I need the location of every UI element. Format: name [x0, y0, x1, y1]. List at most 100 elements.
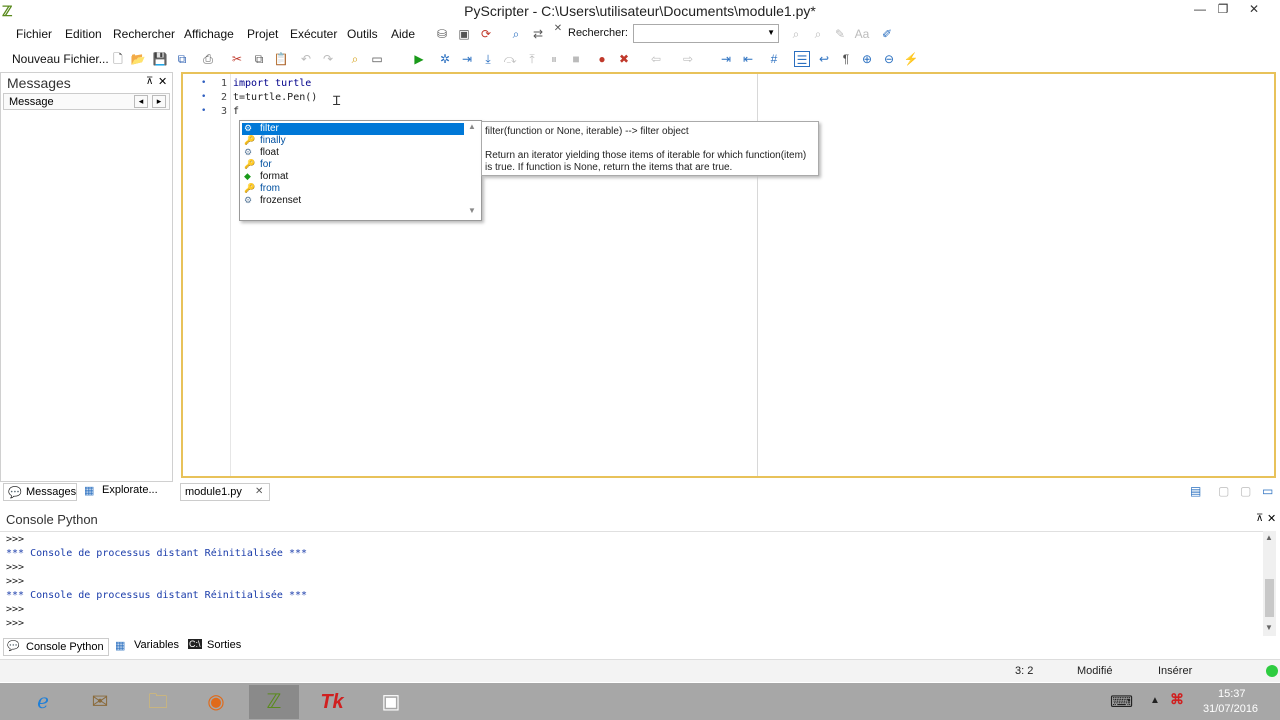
find-icon[interactable]: ⌕	[508, 26, 524, 42]
code-line[interactable]: import turtle	[233, 78, 311, 89]
zoom-out-icon[interactable]: ⊖	[881, 51, 897, 67]
back-icon[interactable]: ⇦	[648, 51, 664, 67]
debug-icon[interactable]: ✲	[437, 51, 453, 67]
match-case-icon[interactable]: Aa	[854, 26, 870, 42]
autocomplete-item[interactable]: 🔑 from	[242, 183, 464, 195]
clear-breakpoints-icon[interactable]: ✖	[616, 51, 632, 67]
copy-icon[interactable]: ⧉	[251, 51, 267, 67]
tray-app-icon[interactable]: ⌘	[1170, 691, 1184, 708]
autocomplete-item[interactable]: ⚙ filter	[242, 123, 464, 135]
keyboard-icon[interactable]: ⌨	[1110, 692, 1133, 712]
autocomplete-item[interactable]: 🔑 finally	[242, 135, 464, 147]
find-prev-icon[interactable]: ⌕	[810, 26, 826, 42]
find-in-files-icon[interactable]: ⌕	[347, 51, 363, 67]
scroll-up-icon[interactable]: ▲	[468, 122, 476, 131]
new-window-icon[interactable]: ▢	[1218, 484, 1229, 498]
zoom-in-icon[interactable]: ⊕	[859, 51, 875, 67]
clock-date[interactable]: 31/07/2016	[1203, 703, 1258, 715]
window-icon[interactable]: ▭	[369, 51, 385, 67]
autocomplete-item[interactable]: ◆ format	[242, 171, 464, 183]
save-all-icon[interactable]: ⧉	[174, 51, 190, 67]
tab-explorer[interactable]: ▦ Explorate...	[82, 483, 172, 501]
menu-edition[interactable]: Edition	[65, 27, 102, 41]
scroll-left-icon[interactable]: ◂	[134, 95, 148, 108]
scroll-down-icon[interactable]: ▼	[1265, 623, 1273, 632]
refresh-icon[interactable]: ⟳	[478, 26, 494, 42]
chevron-up-icon[interactable]: ▲	[1150, 695, 1160, 706]
menu-outils[interactable]: Outils	[347, 27, 378, 41]
close-search-icon[interactable]: ✕	[550, 21, 566, 37]
clock-time[interactable]: 15:37	[1218, 688, 1246, 700]
editor-tab-module1[interactable]: module1.py ✕	[180, 483, 270, 501]
new-document-icon[interactable]: 🗋	[110, 51, 126, 67]
code-line[interactable]: t=turtle.Pen()	[233, 92, 317, 103]
internet-explorer-icon[interactable]: ℯ	[18, 685, 68, 719]
highlight-icon[interactable]: ✎	[832, 26, 848, 42]
menu-affichage[interactable]: Affichage	[184, 27, 234, 41]
run-icon[interactable]: ▶	[411, 51, 427, 67]
menu-fichier[interactable]: Fichier	[16, 27, 52, 41]
indent-icon[interactable]: ⇥	[718, 51, 734, 67]
split-icon[interactable]: ▢	[1240, 484, 1251, 498]
find-next-icon[interactable]: ⌕	[788, 26, 804, 42]
menu-aide[interactable]: Aide	[391, 27, 415, 41]
breakpoint-icon[interactable]: ●	[594, 51, 610, 67]
step-into-icon[interactable]: ⤓	[480, 51, 496, 67]
console-scrollbar[interactable]: ▲ ▼	[1263, 531, 1276, 636]
close-panel-icon[interactable]: ✕	[158, 75, 167, 88]
autocomplete-list[interactable]: ⚙ filter 🔑 finally ⚙ float 🔑 for ◆ format 🔑 fr…	[239, 120, 482, 221]
line-numbers-icon[interactable]: ☰	[794, 51, 810, 67]
restore-button[interactable]: ❐	[1209, 2, 1237, 18]
chevron-down-icon[interactable]: ▼	[767, 28, 775, 37]
save-icon[interactable]: 💾	[152, 51, 168, 67]
layout-icon[interactable]: ▭	[1262, 484, 1273, 498]
menu-projet[interactable]: Projet	[247, 27, 278, 41]
scroll-up-icon[interactable]: ▲	[1265, 533, 1273, 542]
comment-icon[interactable]: #	[766, 51, 782, 67]
autocomplete-item[interactable]: ⚙ frozenset	[242, 195, 464, 207]
code-line[interactable]: f	[233, 106, 239, 117]
file-explorer-icon[interactable]: 🗀	[133, 685, 183, 719]
tk-icon[interactable]: Tk	[307, 685, 357, 719]
close-panel-icon[interactable]: ✕	[1267, 512, 1276, 525]
search-input[interactable]: ▼	[633, 24, 779, 43]
close-tab-icon[interactable]: ✕	[255, 486, 263, 497]
autocomplete-item[interactable]: ⚙ float	[242, 147, 464, 159]
cut-icon[interactable]: ✂	[229, 51, 245, 67]
dedent-icon[interactable]: ⇤	[740, 51, 756, 67]
run-to-cursor-icon[interactable]: ⇥	[459, 51, 475, 67]
scroll-right-icon[interactable]: ▸	[152, 95, 166, 108]
tab-list-icon[interactable]: ▤	[1190, 484, 1201, 498]
autocomplete-scrollbar[interactable]: ▲ ▼	[465, 122, 480, 219]
menu-executer[interactable]: Exécuter	[290, 27, 337, 41]
camera-icon[interactable]: ▣	[456, 26, 472, 42]
pin-icon[interactable]: ⊼	[1256, 513, 1263, 524]
step-over-icon[interactable]: ⤼	[502, 51, 518, 67]
open-folder-icon[interactable]: 📂	[130, 51, 146, 67]
lightning-icon[interactable]: ⚡	[903, 51, 919, 67]
scroll-thumb[interactable]	[1265, 579, 1274, 617]
tab-console-python[interactable]: 💬 Console Python	[3, 638, 109, 656]
edit-icon[interactable]: ✐	[879, 26, 895, 42]
autocomplete-item[interactable]: 🔑 for	[242, 159, 464, 171]
tool-icon[interactable]: ✉	[75, 685, 125, 719]
step-out-icon[interactable]: ⤒	[524, 51, 540, 67]
pin-icon[interactable]: ⊼	[146, 76, 153, 87]
undo-icon[interactable]: ↶	[298, 51, 314, 67]
messages-column-header[interactable]: Message ◂ ▸	[3, 93, 170, 110]
close-window-button[interactable]: ✕	[1240, 2, 1268, 18]
replace-icon[interactable]: ⇄	[530, 26, 546, 42]
scroll-down-icon[interactable]: ▼	[468, 206, 476, 215]
menu-rechercher[interactable]: Rechercher	[113, 27, 175, 41]
tab-messages[interactable]: 💬 Messages	[3, 483, 77, 501]
word-wrap-icon[interactable]: ↩	[816, 51, 832, 67]
redo-icon[interactable]: ↷	[320, 51, 336, 67]
tab-sorties[interactable]: C:\ Sorties	[188, 638, 248, 656]
pyscripter-taskbar-icon[interactable]: ℤ	[249, 685, 299, 719]
paste-icon[interactable]: 📋	[273, 51, 289, 67]
forward-icon[interactable]: ⇨	[680, 51, 696, 67]
print-icon[interactable]: ⎙	[200, 51, 216, 67]
console-output[interactable]: >>> *** Console de processus distant Réi…	[0, 531, 1263, 636]
firefox-icon[interactable]: ◉	[191, 685, 241, 719]
window-app-icon[interactable]: ▣	[366, 685, 416, 719]
